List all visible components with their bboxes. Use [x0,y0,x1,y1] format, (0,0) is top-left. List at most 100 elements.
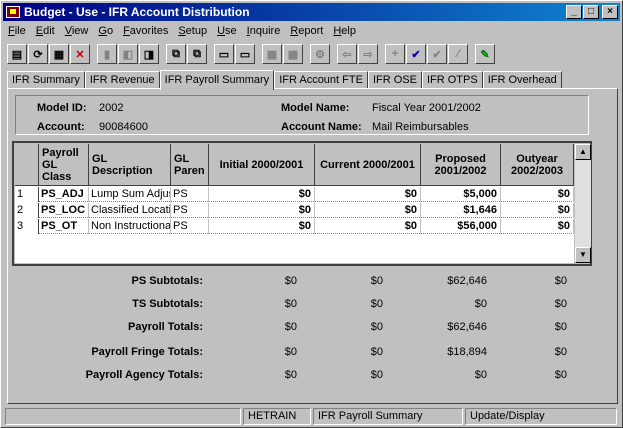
forward-button[interactable]: ⇨ [358,44,378,64]
tab-ifr-payroll-summary[interactable]: IFR Payroll Summary [159,70,275,90]
menu-inquire[interactable]: Inquire [242,25,286,37]
table-cell[interactable]: Classified Locatio [89,203,171,218]
status-bar: HETRAIN IFR Payroll Summary Update/Display [5,408,619,425]
table-cell[interactable]: Lump Sum Adjust [89,187,171,202]
tab-ifr-revenue[interactable]: IFR Revenue [84,71,160,89]
window-select-button[interactable]: ▭ [235,44,255,64]
column-header[interactable]: GL Paren [171,144,209,186]
window-button[interactable]: ▭ [214,44,234,64]
close-button[interactable]: × [602,5,618,19]
copy-button[interactable]: ⧉ [166,44,186,64]
back-icon: ⇦ [342,48,352,61]
totals-value: $0 [370,346,383,358]
table-cell[interactable]: PS_OT [39,219,89,234]
table-cell[interactable]: PS [171,219,209,234]
table-row[interactable]: 2 PS_LOC Classified Locatio PS $0 $0 $1,646 $0 [15,203,574,218]
scroll-down-button[interactable]: ▼ [575,247,591,263]
menu-report[interactable]: Report [285,25,328,37]
menu-edit[interactable]: Edit [31,25,60,37]
title-bar[interactable]: Budget - Use - IFR Account Distribution … [3,3,620,21]
totals-value: $0 [474,298,487,310]
totals-value: $0 [370,275,383,287]
menu-file[interactable]: File [3,25,31,37]
table-cell[interactable]: $0 [315,203,421,218]
menu-go[interactable]: Go [93,25,118,37]
totals-value: $0 [370,369,383,381]
table-cell[interactable]: Non Instructional [89,219,171,234]
totals-label: PS Subtotals: [131,275,203,287]
grid2-button[interactable]: ▦ [283,44,303,64]
table-cell[interactable]: $0 [501,187,574,202]
menu-setup[interactable]: Setup [173,25,212,37]
grid-icon: ▦ [266,48,278,61]
save-icon: ▤ [11,48,23,61]
menu-view[interactable]: View [60,25,94,37]
first-record-button[interactable]: ▮ [97,44,117,64]
maximize-button[interactable]: □ [583,5,599,19]
tab-ifr-overhead[interactable]: IFR Overhead [482,71,562,89]
delete-button[interactable]: ✕ [70,44,90,64]
table-row[interactable]: 1 PS_ADJ Lump Sum Adjust PS $0 $0 $5,000 $0 [15,187,574,202]
table-cell[interactable]: $56,000 [421,219,501,234]
tab-ifr-ose[interactable]: IFR OSE [367,71,422,89]
totals-value: $62,646 [447,275,487,287]
window-icon: ▭ [218,48,230,61]
table-cell[interactable]: $0 [501,203,574,218]
table-cell[interactable]: $0 [501,219,574,234]
table-cell[interactable]: $0 [315,187,421,202]
table-cell[interactable]: PS_LOC [39,203,89,218]
table-cell[interactable]: $0 [209,203,315,218]
back-button[interactable]: ⇦ [337,44,357,64]
minimize-button[interactable]: _ [566,5,582,19]
filter-button[interactable]: ▦ [49,44,69,64]
prev-record-button[interactable]: ◧ [118,44,138,64]
check-button[interactable]: ✔ [406,44,426,64]
table-cell[interactable]: $1,646 [421,203,501,218]
delete-icon: ✕ [75,48,85,61]
status-panel [5,408,241,425]
status-panel: Update/Display [465,408,617,425]
paste-button[interactable]: ⧉ [187,44,207,64]
menu-use[interactable]: Use [212,25,242,37]
table-cell[interactable]: PS [171,203,209,218]
refresh-button[interactable]: ⟳ [28,44,48,64]
column-header[interactable]: Initial 2000/2001 [209,144,315,186]
pencil-button[interactable]: ✎ [475,44,495,64]
column-header[interactable]: Payroll GL Class [39,144,89,186]
model-id-label: Model ID: [37,102,87,114]
table-cell[interactable]: $0 [209,219,315,234]
scroll-up-button[interactable]: ▲ [575,144,591,160]
menu-favorites[interactable]: Favorites [118,25,173,37]
column-header-label: Outyear 2002/2003 [511,152,563,177]
app-icon[interactable] [6,6,20,18]
grid-button[interactable]: ▦ [262,44,282,64]
grid2-icon: ▦ [287,48,299,61]
status-panel: IFR Payroll Summary [313,408,463,425]
vertical-scrollbar[interactable]: ▲ ▼ [575,144,591,263]
totals-label: TS Subtotals: [132,298,203,310]
gear-button[interactable]: ⚙ [310,44,330,64]
next-record-button[interactable]: ◨ [139,44,159,64]
table-cell[interactable]: $0 [315,219,421,234]
table-cell[interactable]: $0 [209,187,315,202]
tab-ifr-summary[interactable]: IFR Summary [7,71,85,89]
table-row[interactable]: 3 PS_OT Non Instructional PS $0 $0 $56,000 $0 [15,219,574,234]
tab-ifr-account-fte[interactable]: IFR Account FTE [274,71,368,89]
save-button[interactable]: ▤ [7,44,27,64]
column-header[interactable]: Current 2000/2001 [315,144,421,186]
table-cell[interactable]: PS_ADJ [39,187,89,202]
menu-help[interactable]: Help [328,25,361,37]
add-button[interactable]: + [385,44,405,64]
table-cell[interactable]: PS [171,187,209,202]
grid-body: Payroll GL Class GL Description GL Paren In… [15,144,574,263]
tab-ifr-otps[interactable]: IFR OTPS [421,71,483,89]
table-cell[interactable]: $5,000 [421,187,501,202]
column-header[interactable]: Proposed 2001/2002 [421,144,501,186]
window-title: Budget - Use - IFR Account Distribution [24,5,250,19]
model-name-value: Fiscal Year 2001/2002 [372,102,481,114]
column-header[interactable]: Outyear 2002/2003 [501,144,574,186]
check-edit-button[interactable]: ✔ [427,44,447,64]
edit-button[interactable]: ∕ [448,44,468,64]
row-number: 2 [15,203,39,218]
column-header[interactable]: GL Description [89,144,171,186]
